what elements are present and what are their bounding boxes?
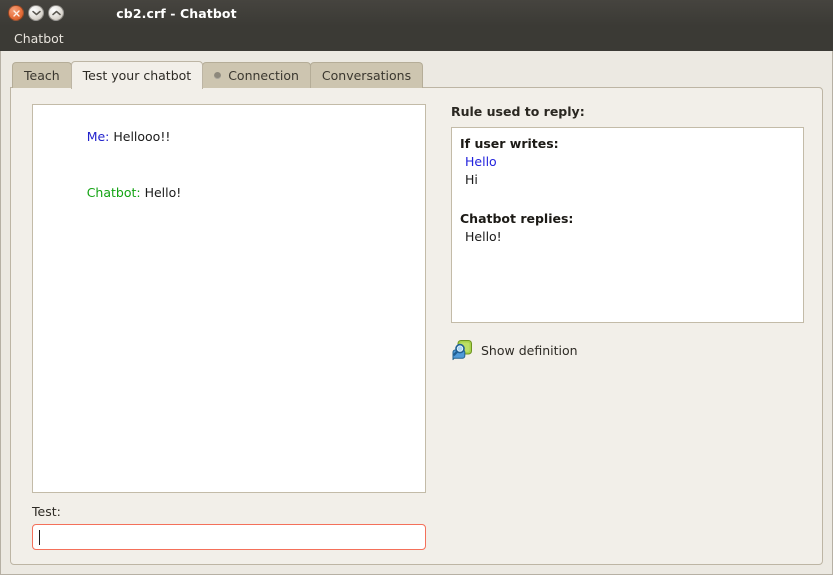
rule-spacer [460,188,795,210]
tab-teach[interactable]: Teach [12,62,72,88]
chat-speaker-me: Me: [86,129,110,145]
chat-speaker-chatbot: Chatbot: [86,184,141,200]
rule-pattern-item: Hello [465,153,497,169]
client-area: Teach Test your chatbot Connection Conve… [0,51,833,575]
chat-transcript[interactable]: Me: Hellooo!! Chatbot: Hello! [32,104,426,493]
menu-item-chatbot[interactable]: Chatbot [9,29,69,48]
tab-conversations[interactable]: Conversations [309,62,424,88]
tab-connection[interactable]: Connection [202,62,311,88]
window-titlebar: cb2.crf - Chatbot [0,0,833,26]
rule-details-box: If user writes: Hello Hi Chatbot replies… [451,127,804,323]
connection-status-dot-icon [214,72,222,79]
tab-page-test-your-chatbot: Me: Hellooo!! Chatbot: Hello! Test: Rule… [10,87,823,565]
magnifier-definition-icon [452,340,472,361]
conversation-column: Me: Hellooo!! Chatbot: Hello! Test: [22,104,426,550]
show-definition-button[interactable]: Show definition [451,339,804,361]
close-button[interactable] [8,5,24,21]
close-icon [12,9,20,17]
rule-pattern-item: Hi [465,171,478,187]
maximize-button[interactable] [48,5,64,21]
chat-message: Chatbot: Hello! [39,165,419,220]
tab-test-your-chatbot-label: Test your chatbot [82,68,192,83]
application-window: cb2.crf - Chatbot Chatbot Teach Test you… [0,0,833,575]
tab-connection-label: Connection [228,68,299,83]
tab-teach-label: Teach [24,68,60,83]
if-user-writes-title: If user writes: [460,136,559,151]
chevron-down-icon [31,10,41,16]
text-caret-icon [39,529,40,545]
rule-heading: Rule used to reply: [451,104,585,119]
minimize-button[interactable] [28,5,44,21]
chat-text: Hello! [140,184,182,200]
chat-text: Hellooo!! [109,129,171,145]
tab-conversations-label: Conversations [321,68,412,83]
show-definition-label: Show definition [481,342,578,358]
window-title: cb2.crf - Chatbot [116,5,237,21]
rule-column: Rule used to reply: If user writes: Hell… [426,104,804,550]
test-input[interactable] [32,524,426,550]
chat-message: Me: Hellooo!! [39,110,419,165]
chatbot-replies-title: Chatbot replies: [460,211,574,227]
tab-test-your-chatbot[interactable]: Test your chatbot [70,61,204,89]
menu-bar: Chatbot [0,26,833,51]
tab-strip: Teach Test your chatbot Connection Conve… [12,60,823,89]
test-input-label: Test: [32,504,61,519]
window-controls [8,5,64,21]
window-title-container: cb2.crf - Chatbot [0,6,833,21]
chevron-up-icon [51,10,61,16]
rule-reply-item: Hello! [465,229,502,244]
